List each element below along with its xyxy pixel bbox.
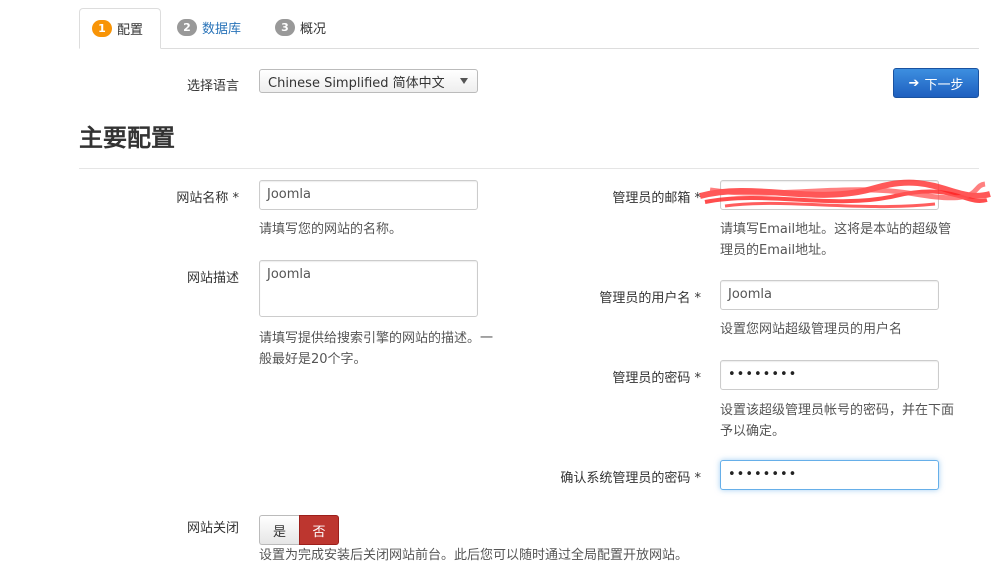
- tab-config[interactable]: 1 配置: [79, 8, 161, 49]
- tab-overview-label: 概况: [300, 22, 327, 37]
- confirm-password-label: 确认系统管理员的密码 *: [560, 471, 701, 486]
- section-title: 主要配置: [79, 124, 175, 152]
- language-label: 选择语言: [186, 79, 239, 94]
- site-desc-value: Joomla: [267, 267, 311, 282]
- confirm-password-value: ••••••••: [728, 467, 798, 482]
- admin-password-label: 管理员的密码 *: [612, 371, 701, 386]
- site-desc-help-line-2: 般最好是20个字。: [259, 352, 367, 367]
- site-name-label: 网站名称 *: [176, 191, 239, 206]
- site-desc-textarea[interactable]: Joomla: [259, 260, 478, 317]
- admin-username-help: 设置您网站超级管理员的用户名: [720, 322, 903, 337]
- admin-email-help-line-2: 理员的Email地址。: [720, 243, 835, 258]
- site-offline-yes-button[interactable]: 是: [259, 515, 299, 545]
- site-offline-no-button[interactable]: 否: [299, 515, 339, 545]
- step-number-1: 1: [92, 20, 112, 37]
- site-desc-help-line-1: 请填写提供给搜索引擎的网站的描述。一: [259, 331, 494, 346]
- tab-overview[interactable]: 3 概况: [263, 8, 338, 47]
- site-offline-toggle: 是 否: [259, 515, 339, 545]
- admin-password-help-line-1: 设置该超级管理员帐号的密码，并在下面: [720, 403, 955, 418]
- admin-password-help-line-2: 予以确定。: [720, 424, 786, 439]
- caret-down-icon: [460, 78, 468, 84]
- admin-username-label: 管理员的用户名 *: [599, 291, 701, 306]
- admin-username-value: Joomla: [728, 287, 772, 302]
- next-step-label: 下一步: [924, 77, 964, 93]
- admin-password-value: ••••••••: [728, 367, 798, 382]
- next-step-button[interactable]: ➔ 下一步: [893, 68, 979, 98]
- admin-email-help-line-1: 请填写Email地址。这将是本站的超级管: [720, 222, 952, 237]
- site-name-help: 请填写您的网站的名称。: [259, 222, 403, 237]
- redaction-scribble: [699, 179, 991, 209]
- language-select[interactable]: Chinese Simplified 简体中文: [259, 69, 478, 93]
- site-offline-help: 设置为完成安装后关闭网站前台。此后您可以随时通过全局配置开放网站。: [259, 548, 689, 563]
- site-offline-label: 网站关闭: [186, 521, 239, 536]
- confirm-password-input[interactable]: ••••••••: [720, 460, 939, 490]
- site-name-value: Joomla: [267, 187, 311, 202]
- admin-password-input[interactable]: ••••••••: [720, 360, 939, 390]
- divider: [79, 168, 979, 169]
- tab-database[interactable]: 2 数据库: [165, 8, 253, 47]
- site-name-input[interactable]: Joomla: [259, 180, 478, 210]
- admin-username-input[interactable]: Joomla: [720, 280, 939, 310]
- tab-config-label: 配置: [117, 23, 144, 38]
- step-tabs: 1 配置 2 数据库 3 概况: [79, 8, 979, 49]
- admin-email-label: 管理员的邮箱 *: [612, 191, 701, 206]
- tab-database-label: 数据库: [202, 22, 242, 37]
- step-number-2: 2: [177, 19, 197, 36]
- language-selected-value: Chinese Simplified 简体中文: [268, 75, 445, 91]
- site-desc-label: 网站描述: [186, 271, 239, 286]
- arrow-right-icon: ➔: [908, 75, 920, 91]
- step-number-3: 3: [275, 19, 295, 36]
